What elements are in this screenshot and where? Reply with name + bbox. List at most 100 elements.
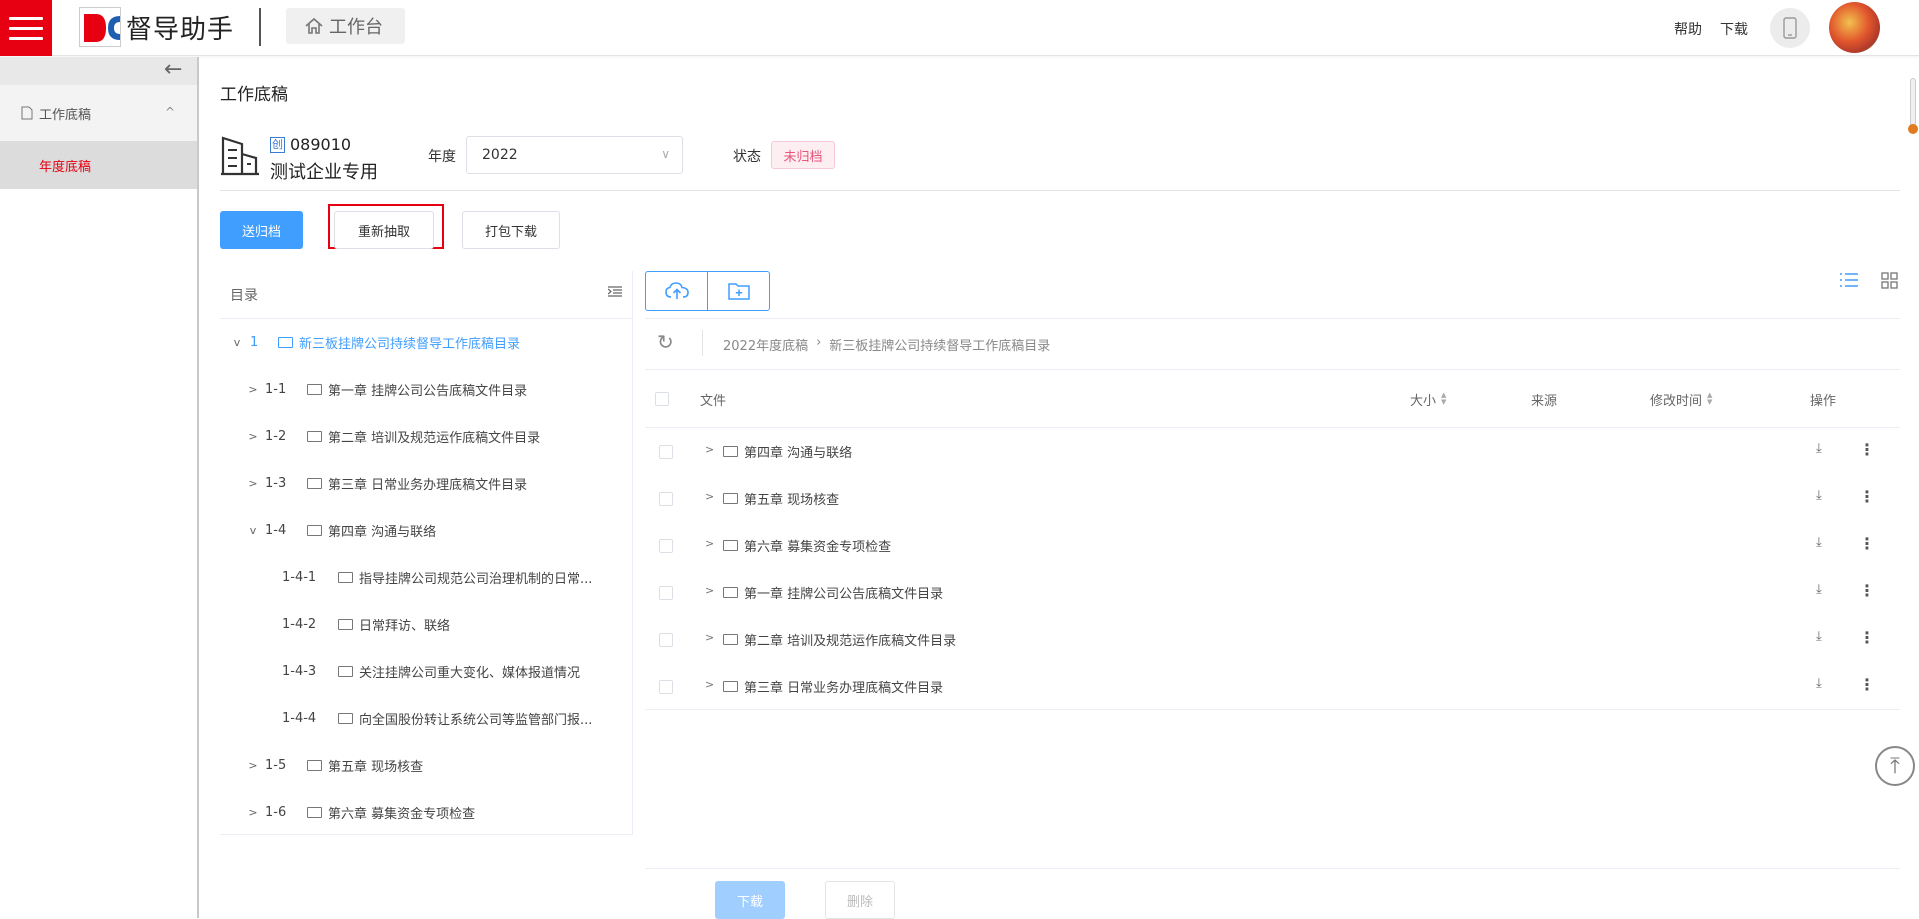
select-all-checkbox[interactable]: [655, 392, 669, 406]
sort-icon[interactable]: ▲ ▼: [1441, 392, 1446, 406]
chevron-right-icon[interactable]: >: [705, 631, 714, 644]
column-header-label: 操作: [1810, 393, 1837, 409]
avatar[interactable]: [1829, 2, 1880, 53]
tree-node[interactable]: v 1 新三板挂牌公司持续督导工作底稿目录: [220, 319, 632, 366]
sidebar-collapse-button[interactable]: ←: [0, 57, 197, 85]
file-name[interactable]: 第六章 募集资金专项检查: [744, 536, 891, 555]
year-select[interactable]: 2022 ∨: [466, 136, 683, 174]
chevron-right-icon[interactable]: >: [705, 584, 714, 597]
help-link[interactable]: 帮助: [1674, 19, 1702, 39]
file-name[interactable]: 第五章 现场核查: [744, 489, 839, 508]
sidebar-item-workpapers[interactable]: 工作底稿 ^: [0, 85, 197, 141]
download-button[interactable]: 下载: [715, 881, 785, 919]
row-checkbox[interactable]: [659, 445, 673, 459]
tree-node[interactable]: > 1-5 第五章 现场核查: [220, 742, 632, 789]
download-icon[interactable]: ⤓: [1816, 582, 1822, 597]
tree-node-number: 1-4-3: [282, 664, 317, 679]
more-icon[interactable]: ⋮: [1859, 487, 1875, 506]
phone-icon[interactable]: [1770, 8, 1810, 48]
tree-node[interactable]: v 1-4 第四章 沟通与联络: [220, 507, 632, 554]
collapse-tree-icon[interactable]: [607, 286, 622, 302]
more-icon[interactable]: ⋮: [1859, 581, 1875, 600]
chevron-right-icon[interactable]: >: [705, 537, 714, 550]
sort-icon[interactable]: ▲ ▼: [1707, 392, 1712, 406]
pack-download-button[interactable]: 打包下载: [462, 211, 560, 249]
archive-button[interactable]: 送归档: [220, 211, 303, 249]
divider: [645, 709, 1900, 710]
row-checkbox[interactable]: [659, 586, 673, 600]
sidebar-item-annual[interactable]: 年度底稿: [0, 141, 197, 189]
reextract-button[interactable]: 重新抽取: [334, 211, 434, 249]
row-checkbox[interactable]: [659, 539, 673, 553]
chevron-right-icon[interactable]: >: [705, 443, 714, 456]
back-to-top-icon[interactable]: ⤒: [1875, 746, 1915, 786]
page-title: 工作底稿: [220, 85, 288, 105]
file-name[interactable]: 第四章 沟通与联络: [744, 442, 852, 461]
row-checkbox[interactable]: [659, 633, 673, 647]
tree-node[interactable]: > 1-3 第三章 日常业务办理底稿文件目录: [220, 460, 632, 507]
delete-button[interactable]: 删除: [825, 881, 895, 919]
tree-node[interactable]: > 1-1 第一章 挂牌公司公告底稿文件目录: [220, 366, 632, 413]
tree-node-label: 第二章 培训及规范运作底稿文件目录: [328, 431, 541, 446]
chevron-right-icon[interactable]: >: [705, 678, 714, 691]
chevron-right-icon[interactable]: >: [705, 490, 714, 503]
table-row[interactable]: > 第六章 募集资金专项检查 ⤓ ⋮: [645, 522, 1900, 569]
column-header-modified[interactable]: 修改时间 ▲ ▼: [1650, 370, 1712, 428]
table-row[interactable]: > 第一章 挂牌公司公告底稿文件目录 ⤓ ⋮: [645, 569, 1900, 616]
breadcrumb-item[interactable]: 2022年度底稿: [723, 335, 808, 354]
file-name[interactable]: 第一章 挂牌公司公告底稿文件目录: [744, 583, 943, 602]
column-header-ops: 操作: [1810, 370, 1836, 428]
folder-icon: [723, 493, 738, 504]
more-icon[interactable]: ⋮: [1859, 675, 1875, 694]
row-checkbox[interactable]: [659, 492, 673, 506]
chevron-right-icon[interactable]: >: [247, 430, 259, 443]
new-folder-icon[interactable]: [708, 272, 769, 310]
row-checkbox[interactable]: [659, 680, 673, 694]
tree-node-label: 第一章 挂牌公司公告底稿文件目录: [328, 384, 528, 399]
download-icon[interactable]: ⤓: [1816, 535, 1822, 550]
tree-node[interactable]: 1-4-3 关注挂牌公司重大变化、媒体报道情况: [220, 648, 632, 695]
tree-node[interactable]: > 1-6 第六章 募集资金专项检查: [220, 789, 632, 836]
folder-icon: [338, 572, 353, 583]
file-name[interactable]: 第二章 培训及规范运作底稿文件目录: [744, 630, 956, 649]
download-link[interactable]: 下载: [1720, 19, 1748, 39]
tree-node-number: 1-4-4: [282, 711, 317, 726]
upload-cloud-icon[interactable]: [646, 272, 708, 310]
chevron-right-icon[interactable]: >: [247, 806, 259, 819]
tree-node[interactable]: 1-4-2 日常拜访、联络: [220, 601, 632, 648]
download-icon[interactable]: ⤓: [1816, 488, 1822, 503]
table-row[interactable]: > 第二章 培训及规范运作底稿文件目录 ⤓ ⋮: [645, 616, 1900, 663]
tree-node-label: 新三板挂牌公司持续督导工作底稿目录: [299, 337, 521, 352]
tree-node-label: 第四章 沟通与联络: [328, 525, 437, 540]
company-name: 测试企业专用: [270, 162, 378, 183]
tree-node-number: 1-4: [265, 523, 287, 538]
table-row[interactable]: > 第三章 日常业务办理底稿文件目录 ⤓ ⋮: [645, 663, 1900, 710]
download-icon[interactable]: ⤓: [1816, 441, 1822, 456]
menu-icon[interactable]: [0, 0, 52, 56]
tree-node[interactable]: 1-4-4 向全国股份转让系统公司等监管部门报...: [220, 695, 632, 742]
column-header-size[interactable]: 大小 ▲ ▼: [1410, 370, 1446, 428]
table-row[interactable]: > 第四章 沟通与联络 ⤓ ⋮: [645, 428, 1900, 475]
column-header-source: 来源: [1531, 370, 1557, 428]
tree-node[interactable]: 1-4-1 指导挂牌公司规范公司治理机制的日常...: [220, 554, 632, 601]
chevron-down-icon[interactable]: v: [247, 524, 259, 537]
workbench-label: 工作台: [329, 17, 383, 38]
tree-header: 目录: [220, 271, 632, 319]
chevron-right-icon[interactable]: >: [247, 383, 259, 396]
more-icon[interactable]: ⋮: [1859, 440, 1875, 459]
refresh-icon[interactable]: ↻: [657, 330, 674, 354]
file-name[interactable]: 第三章 日常业务办理底稿文件目录: [744, 677, 943, 696]
grid-view-icon[interactable]: [1881, 272, 1898, 293]
chevron-down-icon[interactable]: v: [231, 336, 243, 349]
table-row[interactable]: > 第五章 现场核查 ⤓ ⋮: [645, 475, 1900, 522]
download-icon[interactable]: ⤓: [1816, 676, 1822, 691]
download-icon[interactable]: ⤓: [1816, 629, 1822, 644]
list-view-icon[interactable]: [1840, 272, 1858, 292]
more-icon[interactable]: ⋮: [1859, 628, 1875, 647]
folder-icon: [307, 525, 322, 536]
more-icon[interactable]: ⋮: [1859, 534, 1875, 553]
chevron-right-icon[interactable]: >: [247, 477, 259, 490]
tree-node[interactable]: > 1-2 第二章 培训及规范运作底稿文件目录: [220, 413, 632, 460]
chevron-right-icon[interactable]: >: [247, 759, 259, 772]
workbench-button[interactable]: 工作台: [286, 8, 405, 44]
